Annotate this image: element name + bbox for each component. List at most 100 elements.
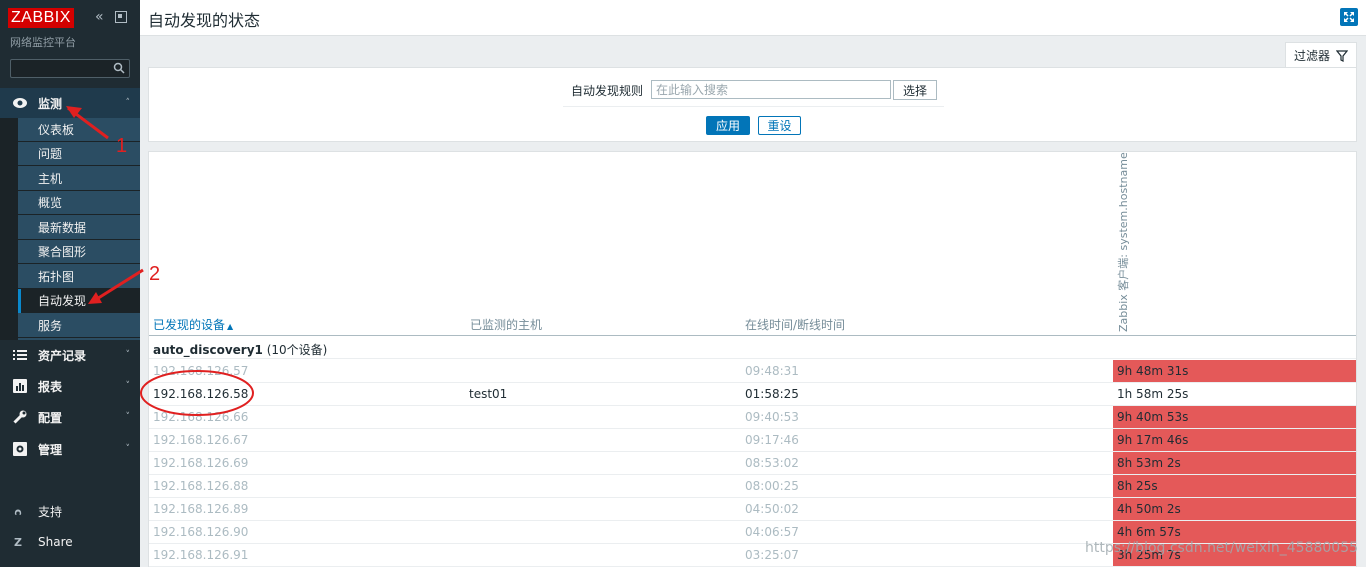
uptime-cell: 08:53:02 bbox=[745, 456, 799, 470]
reset-button[interactable]: 重设 bbox=[758, 116, 801, 135]
fullscreen-button[interactable] bbox=[1340, 8, 1358, 26]
submenu-item-services[interactable]: 服务 bbox=[18, 314, 140, 338]
uptime-cell: 09:40:53 bbox=[745, 410, 799, 424]
uptime-cell: 04:06:57 bbox=[745, 525, 799, 539]
support-label: 支持 bbox=[38, 504, 63, 519]
discovery-table: Zabbix 客户端: system.hostname 已发现的设备 ▲ 已监测的… bbox=[148, 151, 1357, 567]
monitored-host-link[interactable]: test01 bbox=[469, 387, 507, 401]
uptime-cell: 04:50:02 bbox=[745, 502, 799, 516]
select-button[interactable]: 选择 bbox=[893, 80, 937, 100]
menu-reports[interactable]: 报表 ˅ bbox=[0, 371, 140, 401]
menu-configuration[interactable]: 配置 ˅ bbox=[0, 402, 140, 432]
column-header-device-label: 已发现的设备 bbox=[153, 318, 226, 332]
page-header: 自动发现的状态 bbox=[140, 0, 1366, 36]
check-status-cell: 1h 58m 25s bbox=[1113, 383, 1356, 405]
submenu-item-discovery[interactable]: 自动发现 bbox=[18, 289, 140, 313]
collapse-sidebar-icon[interactable]: « bbox=[95, 10, 109, 24]
group-header: auto_discovery1 (10个设备) bbox=[153, 341, 327, 358]
submenu-label: 自动发现 bbox=[38, 294, 87, 308]
submenu-label: 服务 bbox=[38, 319, 63, 333]
headset-icon: ᴒ bbox=[14, 504, 22, 518]
column-header-device[interactable]: 已发现的设备 ▲ bbox=[153, 316, 233, 333]
device-ip: 192.168.126.66 bbox=[153, 410, 249, 424]
table-row: 192.168.126.66 09:40:53 9h 40m 53s bbox=[149, 406, 1356, 429]
gear-icon bbox=[12, 441, 28, 457]
check-status-cell: 9h 40m 53s bbox=[1113, 406, 1356, 428]
funnel-icon bbox=[1336, 49, 1348, 62]
uptime-cell: 08:00:25 bbox=[745, 479, 799, 493]
menu-inventory[interactable]: 资产记录 ˅ bbox=[0, 340, 140, 370]
search-icon[interactable] bbox=[113, 62, 125, 74]
device-ip: 192.168.126.88 bbox=[153, 479, 249, 493]
filter-panel: 自动发现规则 选择 应用 重设 bbox=[148, 67, 1357, 142]
submenu-item-dashboard[interactable]: 仪表板 bbox=[18, 118, 140, 142]
bar-chart-icon bbox=[12, 378, 28, 394]
submenu-item-hosts[interactable]: 主机 bbox=[18, 167, 140, 191]
watermark: https://blog.csdn.net/weixin_45880055 bbox=[1085, 540, 1359, 556]
submenu-label: 拓扑图 bbox=[38, 270, 75, 284]
uptime-cell: 09:17:46 bbox=[745, 433, 799, 447]
submenu-item-problems[interactable]: 问题 bbox=[18, 142, 140, 166]
table-row: 192.168.126.57 09:48:31 9h 48m 31s bbox=[149, 360, 1356, 383]
device-ip: 192.168.126.67 bbox=[153, 433, 249, 447]
menu-configuration-label: 配置 bbox=[38, 410, 63, 425]
sidebar: ZABBIX 网络监控平台 « 监测 ˄ 仪表板 问题 主机 概览 最新数据 聚… bbox=[0, 0, 140, 567]
sidebar-search-input[interactable] bbox=[10, 59, 130, 78]
page-title: 自动发现的状态 bbox=[148, 11, 261, 30]
device-ip: 192.168.126.58 bbox=[153, 387, 249, 401]
submenu-label: 概览 bbox=[38, 196, 63, 210]
menu-monitoring-label: 监测 bbox=[38, 96, 63, 111]
filter-tab-label: 过滤器 bbox=[1293, 49, 1330, 63]
share-link[interactable]: Z Share bbox=[0, 530, 140, 554]
share-icon: Z bbox=[14, 535, 22, 549]
menu-monitoring[interactable]: 监测 ˄ bbox=[0, 88, 140, 118]
discovery-rule-input[interactable] bbox=[651, 80, 891, 99]
fullscreen-icon bbox=[1344, 12, 1354, 22]
menu-administration[interactable]: 管理 ˅ bbox=[0, 434, 140, 464]
menu-administration-label: 管理 bbox=[38, 442, 63, 457]
table-row: 192.168.126.88 08:00:25 8h 25s bbox=[149, 475, 1356, 498]
submenu-label: 聚合图形 bbox=[38, 245, 87, 259]
check-status-cell: 9h 17m 46s bbox=[1113, 429, 1356, 451]
chevron-down-icon: ˅ bbox=[125, 444, 131, 454]
uptime-cell: 01:58:25 bbox=[745, 387, 799, 401]
submenu-item-overview[interactable]: 概览 bbox=[18, 191, 140, 215]
check-status-cell: 9h 48m 31s bbox=[1113, 360, 1356, 382]
eye-icon bbox=[12, 95, 28, 111]
filter-tab[interactable]: 过滤器 bbox=[1285, 42, 1357, 68]
submenu-item-latest-data[interactable]: 最新数据 bbox=[18, 216, 140, 240]
check-status-cell: 4h 50m 2s bbox=[1113, 498, 1356, 520]
device-ip: 192.168.126.91 bbox=[153, 548, 249, 562]
discovery-rule-label: 自动发现规则 bbox=[571, 84, 644, 98]
table-row: 192.168.126.89 04:50:02 4h 50m 2s bbox=[149, 498, 1356, 521]
support-link[interactable]: ᴒ 支持 bbox=[0, 499, 140, 523]
device-ip: 192.168.126.69 bbox=[153, 456, 249, 470]
apply-button[interactable]: 应用 bbox=[706, 116, 750, 135]
filter-row: 自动发现规则 选择 bbox=[563, 80, 944, 107]
kiosk-mode-icon[interactable] bbox=[115, 11, 127, 23]
column-header-uptime: 在线时间/断线时间 bbox=[745, 318, 846, 332]
share-label: Share bbox=[38, 535, 73, 549]
chevron-down-icon: ˅ bbox=[125, 381, 131, 391]
sort-asc-icon: ▲ bbox=[227, 322, 234, 331]
submenu-label: 仪表板 bbox=[38, 123, 75, 137]
chevron-up-icon: ˄ bbox=[125, 98, 131, 108]
menu-inventory-label: 资产记录 bbox=[38, 348, 87, 363]
logo-wrap[interactable]: ZABBIX bbox=[8, 8, 74, 28]
check-status-cell: 8h 25s bbox=[1113, 475, 1356, 497]
wrench-icon bbox=[12, 409, 28, 425]
group-name: auto_discovery1 bbox=[153, 343, 263, 357]
uptime-cell: 03:25:07 bbox=[745, 548, 799, 562]
submenu-item-maps[interactable]: 拓扑图 bbox=[18, 265, 140, 289]
submenu-label: 最新数据 bbox=[38, 221, 87, 235]
logo-subtitle: 网络监控平台 bbox=[10, 36, 76, 49]
submenu-item-screens[interactable]: 聚合图形 bbox=[18, 240, 140, 264]
zabbix-logo[interactable]: ZABBIX bbox=[8, 8, 74, 28]
device-ip: 192.168.126.89 bbox=[153, 502, 249, 516]
device-ip: 192.168.126.90 bbox=[153, 525, 249, 539]
table-row: 192.168.126.69 08:53:02 8h 53m 2s bbox=[149, 452, 1356, 475]
submenu-label: 问题 bbox=[38, 147, 63, 161]
table-row: 192.168.126.67 09:17:46 9h 17m 46s bbox=[149, 429, 1356, 452]
device-ip: 192.168.126.57 bbox=[153, 364, 249, 378]
list-icon bbox=[12, 347, 28, 363]
